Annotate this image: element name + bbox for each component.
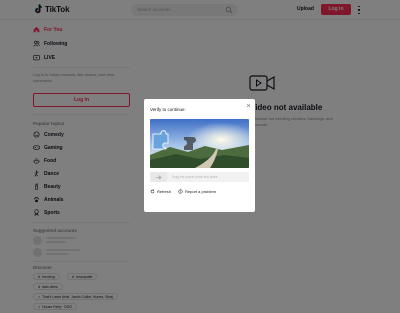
report-icon — [178, 189, 183, 194]
captcha-slider-track: Drag the puzzle piece into place — [150, 172, 249, 182]
captcha-puzzle-image — [150, 119, 249, 168]
captcha-modal: Verify to continue: Drag the puzzle piec… — [144, 99, 255, 212]
refresh-button[interactable]: Refresh — [150, 189, 171, 194]
report-problem-button[interactable]: Report a problem — [178, 189, 216, 194]
arrow-right-icon — [155, 174, 162, 180]
slider-hint: Drag the puzzle piece into place — [172, 175, 218, 179]
captcha-slider-handle[interactable] — [150, 172, 167, 182]
refresh-icon — [150, 189, 155, 194]
modal-title: Verify to continue: — [150, 107, 186, 112]
close-icon[interactable] — [246, 103, 251, 108]
modal-actions: Refresh Report a problem — [150, 189, 216, 194]
